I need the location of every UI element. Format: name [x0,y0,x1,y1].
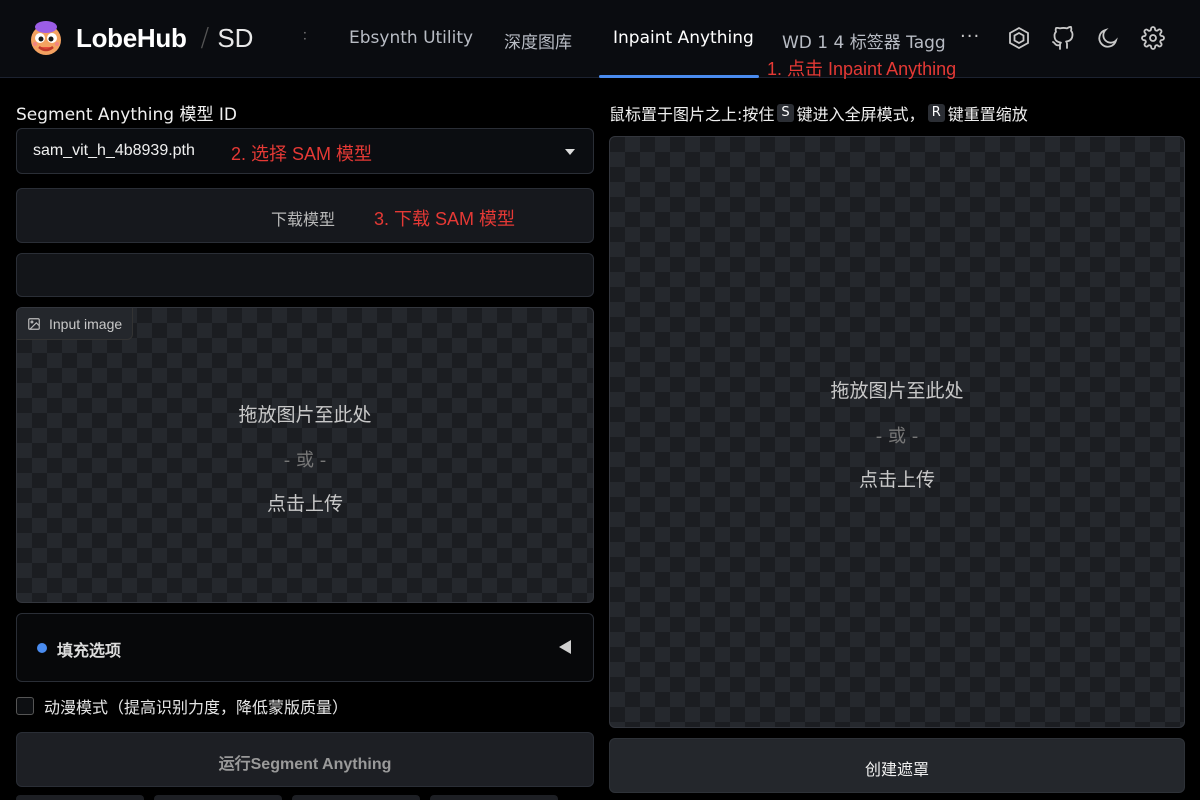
input-image-chip: Input image [17,308,134,340]
input-image-label: Input image [49,315,123,332]
mask-canvas-dropzone[interactable]: 拖放图片至此处 - 或 - 点击上传 [609,136,1185,728]
gear-icon[interactable] [1141,26,1165,50]
active-tab-indicator [599,75,759,78]
tab-depth-gallery[interactable]: 深度图库 [504,28,572,53]
chevron-down-icon [565,149,575,155]
fill-options-accordion[interactable]: 填充选项 [16,613,594,682]
anime-mode-option[interactable]: 动漫模式（提高识别力度，降低蒙版质量） [16,694,348,718]
top-navigation-bar: LobeHub / SD · · Ebsynth Utility 深度图库 Inp… [0,0,1200,79]
hint-text-part-1: 鼠标置于图片之上:按住 [609,105,775,124]
create-mask-button[interactable]: 创建遮罩 [609,738,1185,793]
sam-model-value: sam_vit_h_4b8939.pth [33,142,195,159]
canvas-hint: 鼠标置于图片之上:按住 S 键进入全屏模式， R 键重置缩放 [609,101,1028,125]
anime-mode-checkbox[interactable] [16,697,34,715]
hint-text-part-2: 键进入全屏模式， [796,105,925,124]
tab-wd14-tagger[interactable]: WD 1 4 标签器 Tagg [782,28,946,53]
sam-model-select[interactable]: sam_vit_h_4b8939.pth 2. 选择 SAM 模型 [16,128,594,174]
annotation-step-3: 3. 下载 SAM 模型 [374,209,516,229]
image-icon [28,317,40,330]
brand-name: LobeHub [76,22,187,53]
key-r-badge: R [927,104,945,122]
canvas-or-divider-text: - 或 - [875,426,919,447]
input-image-dropzone[interactable]: Input image 拖放图片至此处 - 或 - 点击上传 [16,307,594,603]
github-icon[interactable] [1051,25,1075,50]
tab-ebsynth-utility[interactable]: Ebsynth Utility [349,28,473,48]
status-output-box [16,253,594,297]
or-divider-text: - 或 - [283,450,327,471]
brand-separator: / [200,23,210,53]
sam-model-label: Segment Anything 模型 ID [16,105,238,125]
create-mask-label: 创建遮罩 [864,760,929,779]
canvas-click-upload-text: 点击上传 [858,469,935,491]
key-s-badge: S [777,104,794,122]
annotation-step-2: 2. 选择 SAM 模型 [231,144,373,164]
collapse-arrow-icon [559,640,571,654]
status-dot [37,643,47,653]
brand-logo[interactable]: LobeHub / SD [26,18,253,58]
run-segment-anything-button[interactable]: 运行Segment Anything [16,732,594,787]
click-upload-text: 点击上传 [266,493,343,515]
drop-image-text: 拖放图片至此处 [238,404,372,426]
hexagon-icon[interactable] [1007,26,1031,50]
canvas-drop-image-text: 拖放图片至此处 [830,380,964,402]
more-tabs-button[interactable]: ··· [960,26,980,47]
download-model-label: 下载模型 [271,210,336,229]
moon-icon[interactable] [1096,26,1120,50]
run-segment-anything-label: 运行Segment Anything [218,756,392,773]
brand-subtitle: SD [217,22,254,53]
download-model-button[interactable]: 下载模型 3. 下载 SAM 模型 [16,188,594,243]
hint-text-part-3: 键重置缩放 [947,105,1028,124]
tab-inpaint-anything[interactable]: Inpaint Anything [613,28,754,48]
tab-scroll-indicator: · · [303,26,307,46]
bottom-buttons-cutoff [16,795,558,800]
annotation-step-1: 1. 点击 Inpaint Anything [767,59,957,79]
anime-mode-label: 动漫模式（提高识别力度，降低蒙版质量） [44,698,349,717]
fill-options-label: 填充选项 [57,641,122,660]
lobehub-logo-icon [31,21,61,55]
